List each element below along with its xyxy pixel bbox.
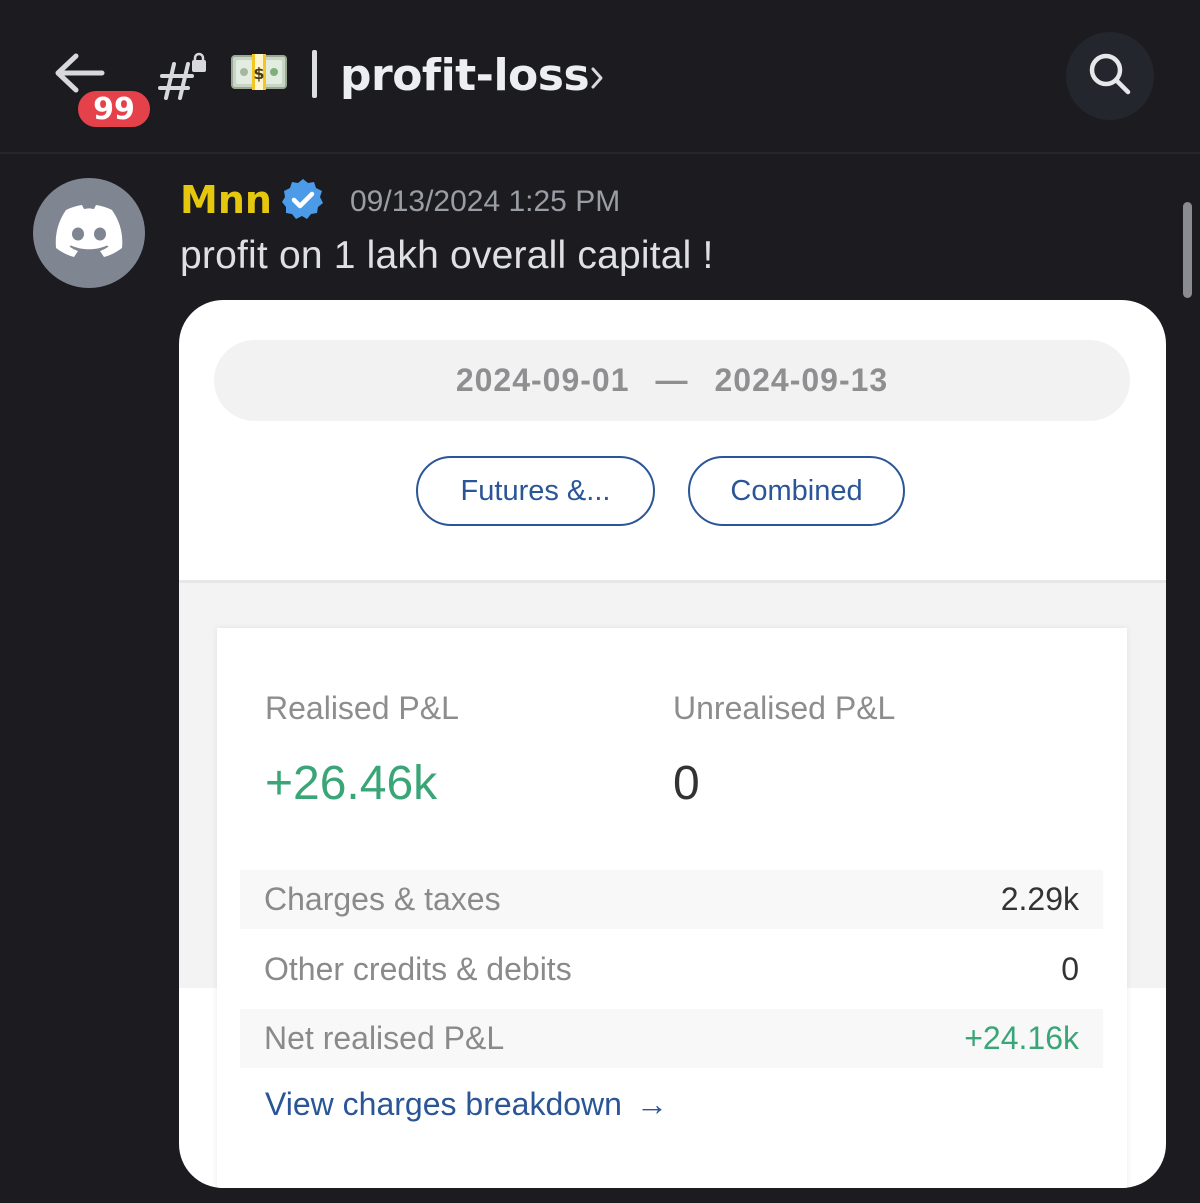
date-from: 2024-09-01	[455, 362, 630, 398]
banknote-icon: $	[230, 52, 288, 92]
row-value: 2.29k	[1000, 881, 1079, 917]
channel-name[interactable]: profit-loss	[340, 48, 590, 104]
discord-logo-icon	[54, 204, 124, 262]
row-value: +24.16k	[964, 1020, 1079, 1056]
unread-badge: 99	[75, 88, 153, 130]
row-label: Net realised P&L	[264, 1020, 505, 1056]
unrealised-pnl-label: Unrealised P&L	[673, 690, 896, 726]
realised-pnl-label: Realised P&L	[265, 690, 459, 726]
net-realised-pnl-row: Net realised P&L +24.16k	[240, 1009, 1103, 1068]
link-label: View charges breakdown	[265, 1086, 622, 1122]
row-value: 0	[1061, 951, 1079, 987]
date-to: 2024-09-13	[714, 362, 889, 398]
other-credits-debits-row: Other credits & debits 0	[240, 940, 1103, 999]
realised-pnl-value: +26.46k	[265, 757, 438, 810]
filter-segment-futures[interactable]: Futures &...	[416, 456, 655, 526]
row-label: Other credits & debits	[264, 951, 572, 987]
charges-taxes-row: Charges & taxes 2.29k	[240, 870, 1103, 929]
view-charges-breakdown-link[interactable]: View charges breakdown →	[265, 1086, 668, 1123]
search-icon	[1086, 50, 1134, 102]
locked-hashtag-icon	[158, 52, 208, 100]
date-range-selector[interactable]: 2024-09-01 — 2024-09-13	[214, 340, 1130, 421]
verified-badge-icon	[280, 177, 326, 223]
channel-header: 99 $ profit-loss	[0, 0, 1200, 154]
scrollbar-thumb[interactable]	[1183, 202, 1192, 298]
row-label: Charges & taxes	[264, 881, 501, 917]
username[interactable]: Mnn	[180, 176, 272, 224]
image-attachment[interactable]: 2024-09-01 — 2024-09-13 Futures &... Com…	[179, 300, 1166, 1188]
message-text: profit on 1 lakh overall capital !	[180, 234, 714, 277]
arrow-right-icon: →	[635, 1086, 668, 1122]
svg-text:$: $	[253, 64, 264, 83]
filter-type-combined[interactable]: Combined	[688, 456, 905, 526]
avatar[interactable]	[33, 178, 145, 288]
date-separator: —	[655, 362, 689, 398]
pnl-summary-card: Realised P&L Unrealised P&L +26.46k 0 Ch…	[217, 628, 1127, 1188]
chevron-right-icon[interactable]	[588, 64, 606, 92]
message-timestamp: 09/13/2024 1:25 PM	[350, 185, 621, 218]
unrealised-pnl-value: 0	[673, 757, 700, 810]
title-separator	[312, 50, 317, 98]
search-button[interactable]	[1066, 32, 1154, 120]
